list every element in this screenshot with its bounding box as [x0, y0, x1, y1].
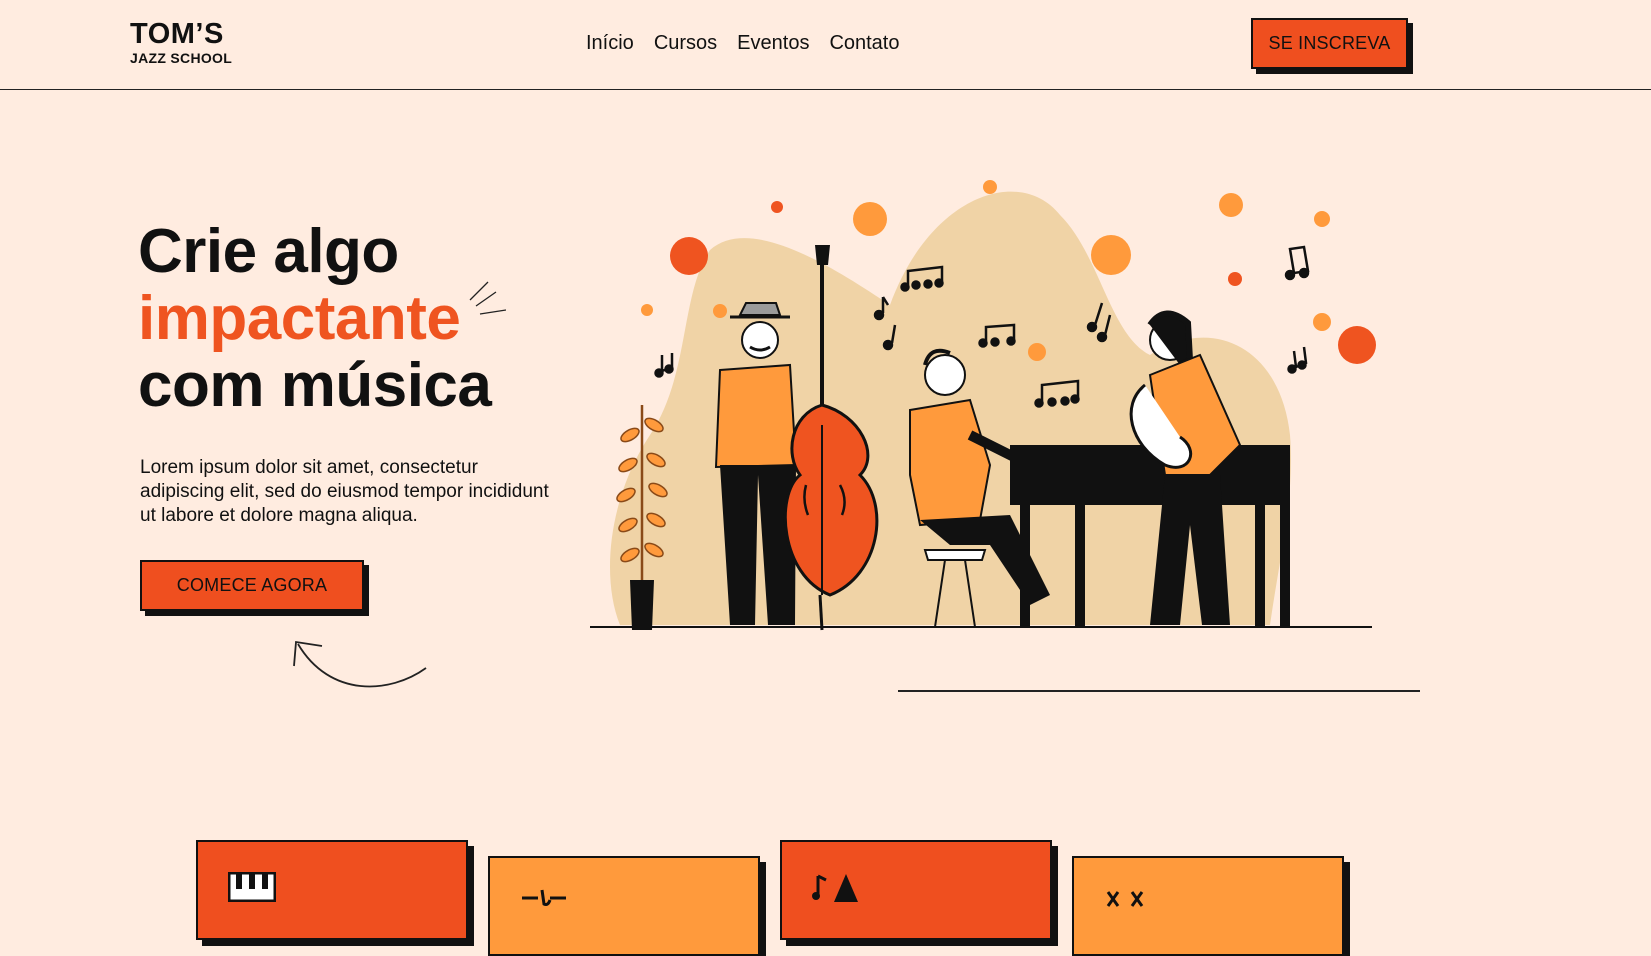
- course-card-4[interactable]: [1072, 856, 1344, 956]
- hero-title-line3: com música: [138, 351, 492, 420]
- hero-title: Crie algo impactante com música: [138, 217, 492, 420]
- course-card-piano[interactable]: [196, 840, 468, 940]
- course-card-2[interactable]: [488, 856, 760, 956]
- signup-button[interactable]: SE INSCREVA: [1251, 18, 1408, 69]
- logo-subtitle: JAZZ SCHOOL: [130, 50, 233, 66]
- site-header: TOM’S JAZZ SCHOOL Início Cursos Eventos …: [0, 0, 1651, 90]
- main-nav: Início Cursos Eventos Contato: [586, 32, 900, 55]
- music-notes-icon: [812, 874, 858, 902]
- nav-cursos[interactable]: Cursos: [654, 32, 717, 55]
- curved-arrow-icon: [293, 640, 427, 688]
- nav-contato[interactable]: Contato: [829, 32, 899, 55]
- nav-eventos[interactable]: Eventos: [737, 32, 809, 55]
- hero-title-line1: Crie algo: [138, 217, 399, 286]
- start-now-button[interactable]: COMECE AGORA: [140, 560, 364, 611]
- logo-title: TOM’S: [130, 18, 224, 50]
- music-stroke-icon: [522, 889, 566, 906]
- spark-lines-icon: [469, 281, 506, 315]
- drumsticks-icon: [1106, 891, 1144, 907]
- hero-description: Lorem ipsum dolor sit amet, consectetur …: [140, 457, 549, 526]
- jazz-band-illustration: [590, 180, 1376, 631]
- divider-line: [898, 690, 1420, 692]
- course-card-3[interactable]: [780, 840, 1052, 940]
- nav-inicio[interactable]: Início: [586, 32, 634, 55]
- piano-keys-icon: [228, 872, 276, 902]
- hero-title-accent: impactante: [138, 284, 461, 353]
- logo[interactable]: TOM’S JAZZ SCHOOL: [130, 18, 233, 66]
